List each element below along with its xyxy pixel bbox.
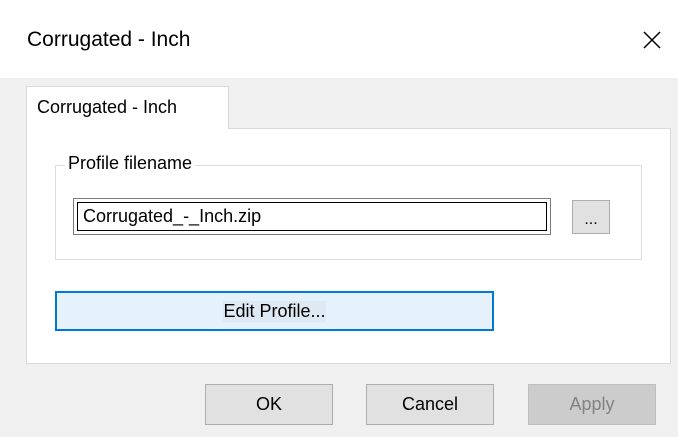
- window-title: Corrugated - Inch: [27, 28, 191, 51]
- ok-button[interactable]: OK: [205, 384, 333, 425]
- tab-corrugated-inch[interactable]: Corrugated - Inch: [26, 86, 229, 129]
- apply-button: Apply: [528, 384, 656, 425]
- profile-dialog: Corrugated - Inch Corrugated - Inch Prof…: [0, 0, 678, 437]
- edit-profile-button[interactable]: Edit Profile...: [55, 291, 494, 331]
- title-bar: Corrugated - Inch: [0, 0, 678, 78]
- browse-button[interactable]: ...: [572, 200, 610, 234]
- close-button[interactable]: [628, 16, 676, 64]
- profile-filename-value[interactable]: Corrugated_-_Inch.zip: [77, 202, 547, 231]
- profile-filename-field[interactable]: Corrugated_-_Inch.zip: [73, 198, 551, 235]
- tab-label: Corrugated - Inch: [37, 97, 178, 117]
- edit-profile-label: Edit Profile...: [223, 300, 326, 322]
- close-icon: [643, 31, 661, 49]
- profile-filename-label: Profile filename: [65, 153, 196, 174]
- cancel-button[interactable]: Cancel: [366, 384, 494, 425]
